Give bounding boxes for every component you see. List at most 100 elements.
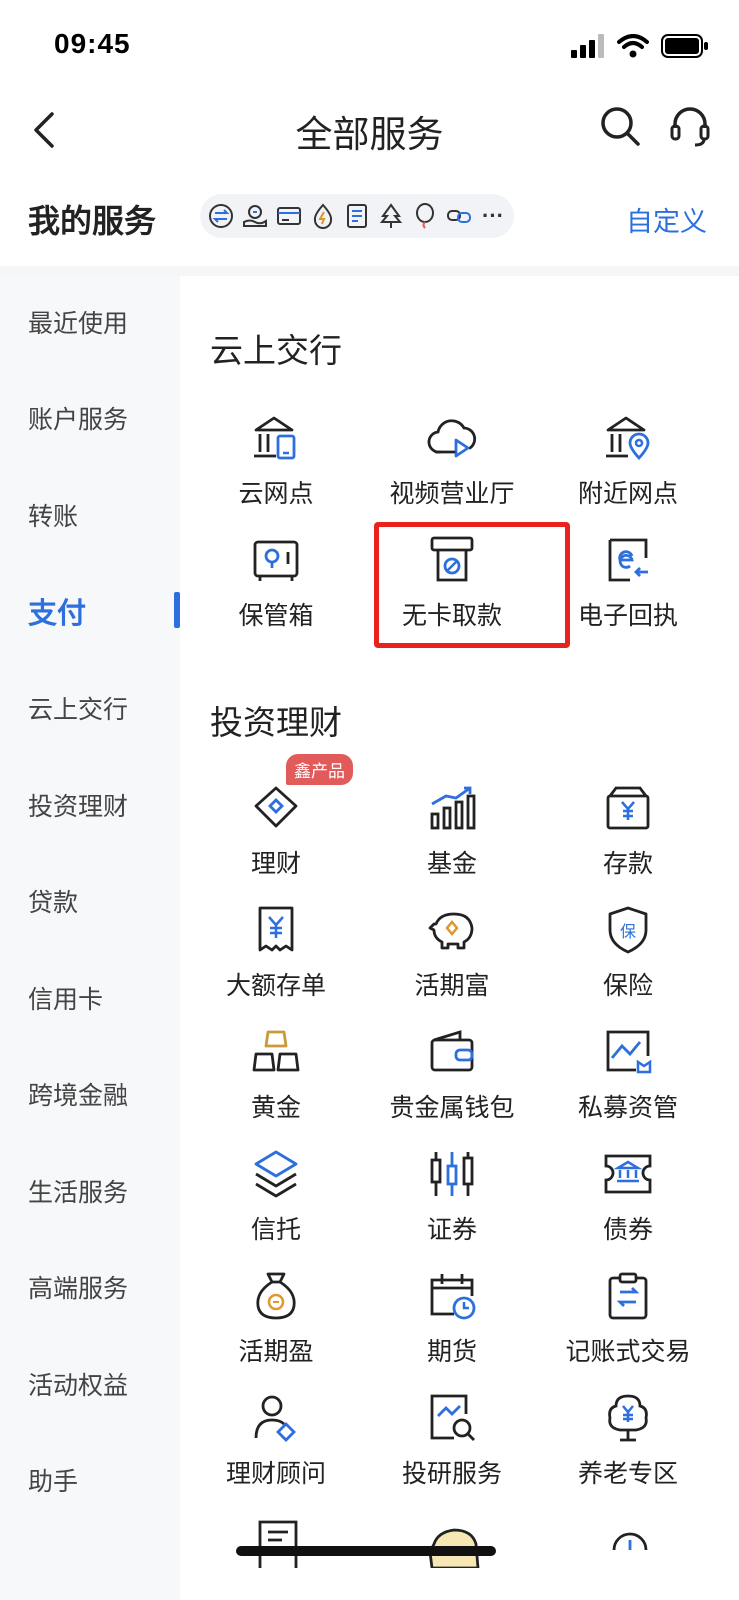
service-cloud-branch[interactable]: 云网点 bbox=[186, 412, 366, 522]
signal-icon bbox=[571, 34, 604, 58]
service-video-hall[interactable]: 视频营业厅 bbox=[362, 412, 542, 522]
transfer-icon[interactable] bbox=[204, 194, 238, 238]
service-demand-rich[interactable]: 活期富 bbox=[362, 904, 542, 1014]
image-chart-icon bbox=[606, 1030, 652, 1074]
service-wealth[interactable]: 鑫产品 理财 bbox=[186, 754, 366, 892]
service-pension-zone[interactable]: 养老专区 bbox=[538, 1392, 718, 1502]
bank-location-icon bbox=[606, 416, 650, 461]
service-label: 保险 bbox=[602, 972, 653, 1000]
service-precious-wallet[interactable]: 贵金属钱包 bbox=[362, 1026, 542, 1136]
service-large-cd[interactable]: 大额存单 bbox=[186, 904, 366, 1014]
service-content: 云上交行 云网点 视频营业厅 附近网点 保管箱 无卡取款 电子回执 投资理财 鑫… bbox=[180, 276, 739, 1600]
candlestick-icon bbox=[430, 1152, 474, 1196]
section-title-investment: 投资理财 bbox=[210, 704, 342, 741]
service-nearby-branch[interactable]: 附近网点 bbox=[538, 412, 718, 522]
section-title-cloud-bank: 云上交行 bbox=[210, 332, 342, 369]
service-label: 电子回执 bbox=[577, 602, 678, 630]
sidebar-item-assistant[interactable]: 助手 bbox=[28, 1462, 78, 1498]
service-label: 视频营业厅 bbox=[389, 480, 515, 508]
nav-bar: 全部服务 bbox=[0, 90, 739, 170]
card-icon[interactable] bbox=[272, 194, 306, 238]
sidebar-item-benefits[interactable]: 活动权益 bbox=[28, 1366, 128, 1402]
sidebar-item-cross-border[interactable]: 跨境金融 bbox=[28, 1076, 128, 1112]
piggy-bank-icon bbox=[428, 912, 474, 950]
service-insurance[interactable]: 保 保险 bbox=[538, 904, 718, 1014]
my-services-icons[interactable]: ··· bbox=[200, 194, 514, 238]
sidebar-item-premium[interactable]: 高端服务 bbox=[28, 1269, 128, 1305]
service-label: 云网点 bbox=[238, 480, 314, 508]
status-icons bbox=[571, 34, 709, 58]
service-label: 附近网点 bbox=[577, 480, 678, 508]
new-product-badge: 鑫产品 bbox=[286, 754, 353, 785]
balloon-icon[interactable] bbox=[408, 194, 442, 238]
customer-service-icon[interactable] bbox=[668, 104, 712, 148]
safe-box-icon bbox=[253, 540, 299, 581]
service-label: 记账式交易 bbox=[565, 1338, 691, 1366]
service-label: 期货 bbox=[426, 1338, 477, 1366]
service-futures[interactable]: 期货 bbox=[362, 1270, 542, 1380]
service-deposit[interactable]: 存款 bbox=[538, 782, 718, 892]
service-safe-box[interactable]: 保管箱 bbox=[186, 534, 366, 644]
service-label: 存款 bbox=[602, 850, 653, 878]
document-icon bbox=[258, 1520, 298, 1568]
service-e-receipt[interactable]: 电子回执 bbox=[538, 534, 718, 644]
deposit-box-icon bbox=[606, 786, 650, 830]
service-label: 养老专区 bbox=[577, 1460, 678, 1488]
sidebar-item-cloud-bank[interactable]: 云上交行 bbox=[28, 690, 128, 726]
document-icon[interactable] bbox=[340, 194, 374, 238]
service-demand-profit[interactable]: 活期盈 bbox=[186, 1270, 366, 1380]
service-cardless-withdraw[interactable]: 无卡取款 bbox=[362, 534, 542, 644]
link-icon[interactable] bbox=[442, 194, 476, 238]
service-label: 保管箱 bbox=[238, 602, 314, 630]
service-fund[interactable]: 基金 bbox=[362, 782, 542, 892]
tree-icon[interactable] bbox=[374, 194, 408, 238]
my-services-title: 我的服务 bbox=[28, 203, 157, 239]
sidebar-item-loan[interactable]: 贷款 bbox=[28, 883, 78, 919]
more-icon[interactable]: ··· bbox=[476, 194, 510, 238]
service-securities[interactable]: 证券 bbox=[362, 1148, 542, 1258]
status-bar: 09:45 bbox=[0, 0, 739, 90]
sidebar-item-payment[interactable]: 支付 bbox=[28, 590, 86, 632]
shield-icon: 保 bbox=[608, 906, 648, 954]
service-label: 活期富 bbox=[414, 972, 490, 1000]
refresh-icon bbox=[612, 1532, 648, 1551]
search-icon[interactable] bbox=[598, 104, 642, 148]
layers-icon bbox=[254, 1150, 298, 1198]
customize-button[interactable]: 自定义 bbox=[626, 200, 707, 239]
piggy-hand-icon[interactable] bbox=[238, 194, 272, 238]
receipt-yuan-icon bbox=[258, 906, 294, 952]
sidebar-item-investment[interactable]: 投资理财 bbox=[28, 787, 128, 823]
sidebar-item-life[interactable]: 生活服务 bbox=[28, 1173, 128, 1209]
sidebar-item-account[interactable]: 账户服务 bbox=[28, 400, 128, 436]
bank-phone-icon bbox=[254, 416, 296, 460]
cardless-withdraw-icon bbox=[430, 536, 474, 582]
service-label: 投研服务 bbox=[401, 1460, 502, 1488]
sidebar-item-transfer[interactable]: 转账 bbox=[28, 497, 78, 533]
wallet-icon bbox=[430, 1030, 474, 1072]
service-bookkeeping-trade[interactable]: 记账式交易 bbox=[538, 1270, 718, 1380]
status-time: 09:45 bbox=[54, 28, 131, 59]
clipboard-transfer-icon bbox=[608, 1272, 648, 1320]
home-indicator[interactable] bbox=[236, 1546, 496, 1556]
sidebar-item-credit-card[interactable]: 信用卡 bbox=[28, 980, 103, 1016]
service-label: 信托 bbox=[250, 1216, 301, 1244]
service-label: 私募资管 bbox=[577, 1094, 678, 1122]
sidebar-item-recent[interactable]: 最近使用 bbox=[28, 304, 128, 340]
service-wealth-advisor[interactable]: 理财顾问 bbox=[186, 1392, 366, 1502]
calendar-clock-icon bbox=[430, 1274, 476, 1320]
gold-bars-icon bbox=[252, 1030, 300, 1072]
money-bag-icon bbox=[256, 1272, 296, 1320]
service-label: 债券 bbox=[602, 1216, 653, 1244]
service-label: 无卡取款 bbox=[401, 602, 502, 630]
cloud-video-icon bbox=[427, 419, 477, 458]
svg-text:保: 保 bbox=[620, 922, 636, 941]
service-gold[interactable]: 黄金 bbox=[186, 1026, 366, 1136]
service-trust[interactable]: 信托 bbox=[186, 1148, 366, 1258]
service-research[interactable]: 投研服务 bbox=[362, 1392, 542, 1502]
service-label: 活期盈 bbox=[238, 1338, 314, 1366]
wifi-icon bbox=[617, 34, 649, 58]
service-private-asset[interactable]: 私募资管 bbox=[538, 1026, 718, 1136]
service-bonds[interactable]: 债券 bbox=[538, 1148, 718, 1258]
pension-tree-icon bbox=[608, 1394, 648, 1442]
lightning-drop-icon[interactable] bbox=[306, 194, 340, 238]
